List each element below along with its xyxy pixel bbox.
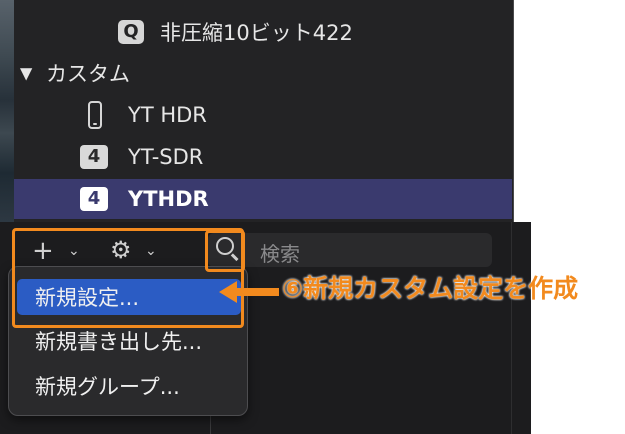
quicktime-q-icon: Q bbox=[118, 20, 144, 44]
app-window: Q 非圧縮10ビット422 ▼ カスタム YT HDR 4 YT-SDR 4 Y… bbox=[0, 0, 625, 434]
annotation-label: ⑥新規カスタム設定を作成 bbox=[282, 274, 579, 303]
annotation-arrow-icon bbox=[219, 281, 279, 303]
preset-item-label: YT-SDR bbox=[128, 145, 204, 169]
menu-item-new-group[interactable]: 新規グループ... bbox=[17, 368, 241, 404]
number-badge-icon: 4 bbox=[80, 145, 108, 169]
group-header-custom[interactable]: ▼ カスタム bbox=[14, 53, 512, 93]
annotation-highlight-box bbox=[205, 230, 245, 272]
search-field[interactable]: 検索 bbox=[208, 233, 492, 267]
number-badge-icon: 4 bbox=[80, 187, 108, 211]
menu-item-label: 新規グループ... bbox=[35, 375, 180, 399]
preset-item-ythdr[interactable]: 4 YTHDR bbox=[14, 179, 512, 219]
menu-item-label: 新規書き出し先... bbox=[35, 330, 203, 354]
preset-item-label: 非圧縮10ビット422 bbox=[160, 21, 353, 45]
group-header-label: カスタム bbox=[46, 62, 130, 86]
video-thumbnail-strip bbox=[0, 0, 14, 222]
preset-item-uncompressed[interactable]: Q 非圧縮10ビット422 bbox=[14, 12, 512, 52]
preset-item-label: YTHDR bbox=[128, 187, 209, 211]
preset-item-yt-sdr[interactable]: 4 YT-SDR bbox=[14, 137, 512, 177]
search-placeholder: 検索 bbox=[260, 242, 300, 266]
preset-item-label: YT HDR bbox=[128, 103, 207, 127]
background-area bbox=[531, 0, 625, 434]
preset-item-yt-hdr[interactable]: YT HDR bbox=[14, 95, 512, 135]
divider bbox=[511, 222, 512, 434]
iphone-icon bbox=[88, 101, 102, 129]
disclosure-triangle-icon[interactable]: ▼ bbox=[20, 64, 32, 83]
menu-item-new-destination[interactable]: 新規書き出し先... bbox=[17, 323, 241, 359]
